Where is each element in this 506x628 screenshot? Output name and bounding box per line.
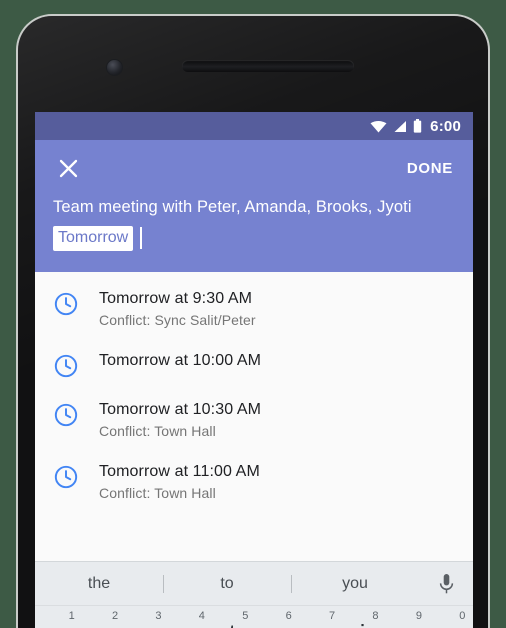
- keyboard-suggestion-word[interactable]: you: [291, 575, 419, 593]
- key-number-hint: 1: [68, 610, 75, 622]
- key-letter: w: [93, 622, 111, 628]
- key-t[interactable]: 5 t: [211, 610, 254, 628]
- list-item-subtitle: Conflict: Town Hall: [99, 423, 216, 439]
- key-q[interactable]: 1 q: [37, 610, 80, 628]
- key-number-hint: 6: [285, 610, 292, 622]
- battery-icon: [413, 119, 422, 133]
- compose-text: Team meeting with Peter, Amanda, Brooks,…: [53, 198, 412, 216]
- app-bar: DONE Team meeting with Peter, Amanda, Br…: [35, 140, 473, 272]
- compose-input[interactable]: Team meeting with Peter, Amanda, Brooks,…: [35, 196, 473, 251]
- key-letter: u: [312, 622, 326, 628]
- list-item-text: Tomorrow at 9:30 AM Conflict: Sync Salit…: [99, 288, 457, 330]
- key-r[interactable]: 4 r: [167, 610, 210, 628]
- key-p[interactable]: 0 p: [428, 610, 471, 628]
- phone-screen: 6:00 DONE Team meeting with Peter, Amand…: [35, 112, 473, 628]
- status-time: 6:00: [430, 117, 461, 135]
- earpiece-speaker-icon: [182, 60, 354, 72]
- key-letter: o: [399, 622, 413, 628]
- cell-signal-icon: [394, 120, 407, 132]
- key-i[interactable]: 8 i: [341, 610, 384, 628]
- time-suggestion-list: Tomorrow at 9:30 AM Conflict: Sync Salit…: [35, 272, 473, 513]
- key-letter: t: [229, 622, 236, 628]
- list-item-text: Tomorrow at 10:30 AM Conflict: Town Hall: [99, 399, 457, 441]
- keyboard-suggestion-word[interactable]: to: [163, 575, 291, 593]
- clock-icon: [54, 465, 78, 489]
- key-o[interactable]: 9 o: [384, 610, 427, 628]
- date-chip[interactable]: Tomorrow: [53, 225, 134, 251]
- key-number-hint: 7: [329, 610, 336, 622]
- chip-row: Tomorrow: [53, 225, 455, 251]
- front-camera-icon: [107, 60, 122, 75]
- key-number-hint: 0: [459, 610, 466, 622]
- wifi-icon: [370, 120, 387, 132]
- key-e[interactable]: 3 e: [124, 610, 167, 628]
- list-item[interactable]: Tomorrow at 10:30 AM Conflict: Town Hall: [35, 389, 473, 451]
- list-item-subtitle: Conflict: Sync Salit/Peter: [99, 312, 256, 328]
- app-bar-actions: DONE: [35, 140, 473, 196]
- key-number-hint: 5: [242, 610, 249, 622]
- clock-icon: [54, 403, 78, 427]
- phone-device-frame: 6:00 DONE Team meeting with Peter, Amand…: [16, 14, 490, 628]
- microphone-button[interactable]: [419, 573, 473, 595]
- clock-icon: [54, 354, 78, 378]
- key-letter: e: [139, 622, 153, 628]
- key-letter: y: [269, 622, 282, 628]
- key-u[interactable]: 7 u: [297, 610, 340, 628]
- list-item-text: Tomorrow at 11:00 AM Conflict: Town Hall: [99, 461, 457, 503]
- key-letter: p: [442, 622, 456, 628]
- list-item-text: Tomorrow at 10:00 AM: [99, 350, 457, 371]
- list-item[interactable]: Tomorrow at 10:00 AM: [35, 340, 473, 389]
- key-number-hint: 9: [415, 610, 422, 622]
- list-item[interactable]: Tomorrow at 9:30 AM Conflict: Sync Salit…: [35, 278, 473, 340]
- list-item-title: Tomorrow at 10:00 AM: [99, 352, 262, 369]
- key-letter: r: [185, 622, 193, 628]
- key-number-hint: 3: [155, 610, 162, 622]
- microphone-icon: [439, 573, 453, 593]
- text-caret: [140, 227, 143, 249]
- list-item-title: Tomorrow at 11:00 AM: [99, 463, 260, 480]
- keyboard-suggestion-strip: the to you: [35, 562, 473, 606]
- key-letter: i: [360, 622, 366, 628]
- key-w[interactable]: 2 w: [80, 610, 123, 628]
- key-letter: q: [52, 622, 66, 628]
- key-number-hint: 8: [372, 610, 379, 622]
- clock-icon: [54, 292, 78, 316]
- status-bar: 6:00: [35, 112, 473, 140]
- list-item-subtitle: Conflict: Town Hall: [99, 485, 216, 501]
- list-item-title: Tomorrow at 10:30 AM: [99, 401, 262, 418]
- key-y[interactable]: 6 y: [254, 610, 297, 628]
- list-item-title: Tomorrow at 9:30 AM: [99, 290, 253, 307]
- done-button[interactable]: DONE: [407, 160, 453, 177]
- key-number-hint: 2: [111, 610, 119, 622]
- virtual-keyboard: the to you 1 q 2 w: [35, 561, 473, 628]
- close-button[interactable]: [53, 153, 83, 183]
- key-number-hint: 4: [198, 610, 205, 622]
- keyboard-suggestion-word[interactable]: the: [35, 575, 163, 593]
- keyboard-row-top: 1 q 2 w 3 e 4 r 5 t: [35, 606, 473, 628]
- list-item[interactable]: Tomorrow at 11:00 AM Conflict: Town Hall: [35, 451, 473, 513]
- close-icon: [59, 159, 77, 177]
